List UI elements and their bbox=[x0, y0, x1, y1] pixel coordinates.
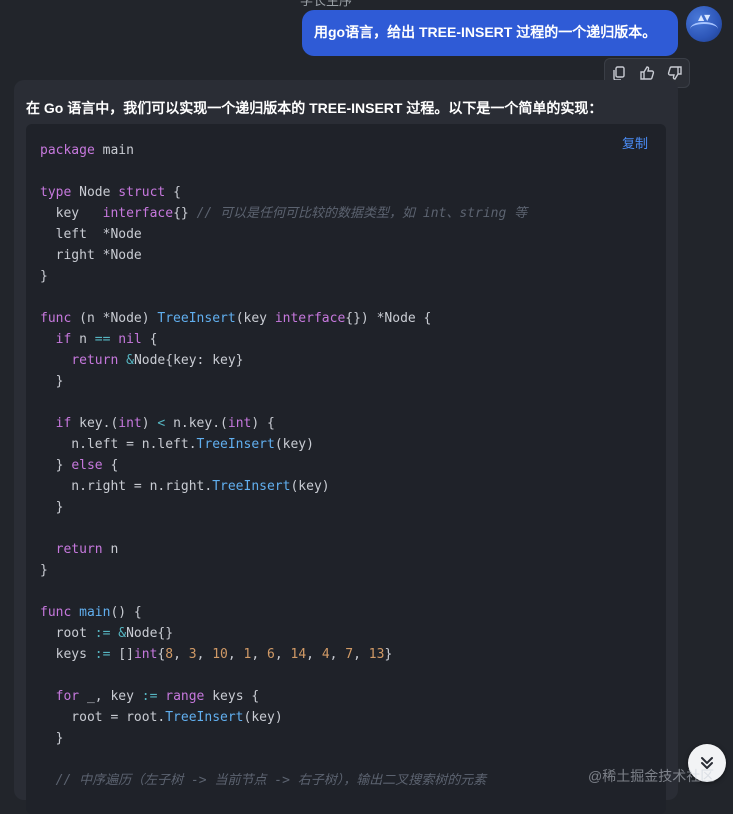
code-line: n.left = n.left.TreeInsert(key) bbox=[40, 437, 314, 452]
code-line: right *Node bbox=[40, 248, 142, 263]
answer-intro: 在 Go 语言中，我们可以实现一个递归版本的 TREE-INSERT 过程。以下… bbox=[26, 100, 603, 116]
copy-code-button[interactable]: 复制 bbox=[622, 133, 648, 152]
assistant-answer-card: 在 Go 语言中，我们可以实现一个递归版本的 TREE-INSERT 过程。以下… bbox=[14, 80, 678, 814]
code-line: n.right = n.right.TreeInsert(key) bbox=[40, 479, 330, 494]
code-line: package main bbox=[40, 143, 134, 158]
user-avatar[interactable]: ▲▼ bbox=[686, 6, 722, 42]
code-line: return &Node{key: key} bbox=[71, 353, 244, 368]
user-message-bubble: 用go语言，给出 TREE-INSERT 过程的一个递归版本。 bbox=[302, 10, 678, 56]
code-line: } bbox=[40, 731, 64, 746]
code-content: package main type Node struct { key inte… bbox=[40, 140, 527, 791]
code-line: if key.(int) < n.key.(int) { bbox=[55, 416, 275, 431]
code-line: root = root.TreeInsert(key) bbox=[40, 710, 283, 725]
avatar-mark-icon: ▲▼ bbox=[698, 13, 711, 22]
code-line: // 中序遍历（左子树 -> 当前节点 -> 右子树），输出二叉搜索树的元素 bbox=[55, 773, 487, 788]
code-line: root := &Node{} bbox=[40, 626, 174, 641]
code-line: keys := []int{8, 3, 10, 1, 6, 14, 4, 7, … bbox=[40, 647, 393, 662]
code-line: } else { bbox=[40, 458, 119, 473]
code-line: } bbox=[40, 374, 64, 389]
code-line: left *Node bbox=[40, 227, 142, 242]
code-line: key interface{} // 可以是任何可比较的数据类型，如 int、s… bbox=[40, 206, 528, 221]
code-line: func main() { bbox=[40, 605, 142, 620]
code-line: return n bbox=[55, 542, 119, 557]
avatar-wave-icon bbox=[690, 22, 718, 36]
code-line: if n == nil { bbox=[55, 332, 158, 347]
code-line: for _, key := range keys { bbox=[55, 689, 260, 704]
code-line: } bbox=[40, 563, 48, 578]
thumbs-down-icon bbox=[667, 66, 682, 80]
copy-icon bbox=[613, 66, 625, 81]
code-line: } bbox=[40, 500, 64, 515]
watermark: @稀土掘金技术社区 bbox=[588, 768, 715, 784]
code-line: type Node struct { bbox=[40, 185, 181, 200]
previous-message-fragment: 学长生序 bbox=[300, 0, 353, 8]
code-block: 复制 package main type Node struct { key i… bbox=[26, 124, 666, 814]
code-line: } bbox=[40, 269, 48, 284]
thumbs-up-icon bbox=[640, 66, 655, 80]
code-line: func (n *Node) TreeInsert(key interface{… bbox=[40, 311, 432, 326]
